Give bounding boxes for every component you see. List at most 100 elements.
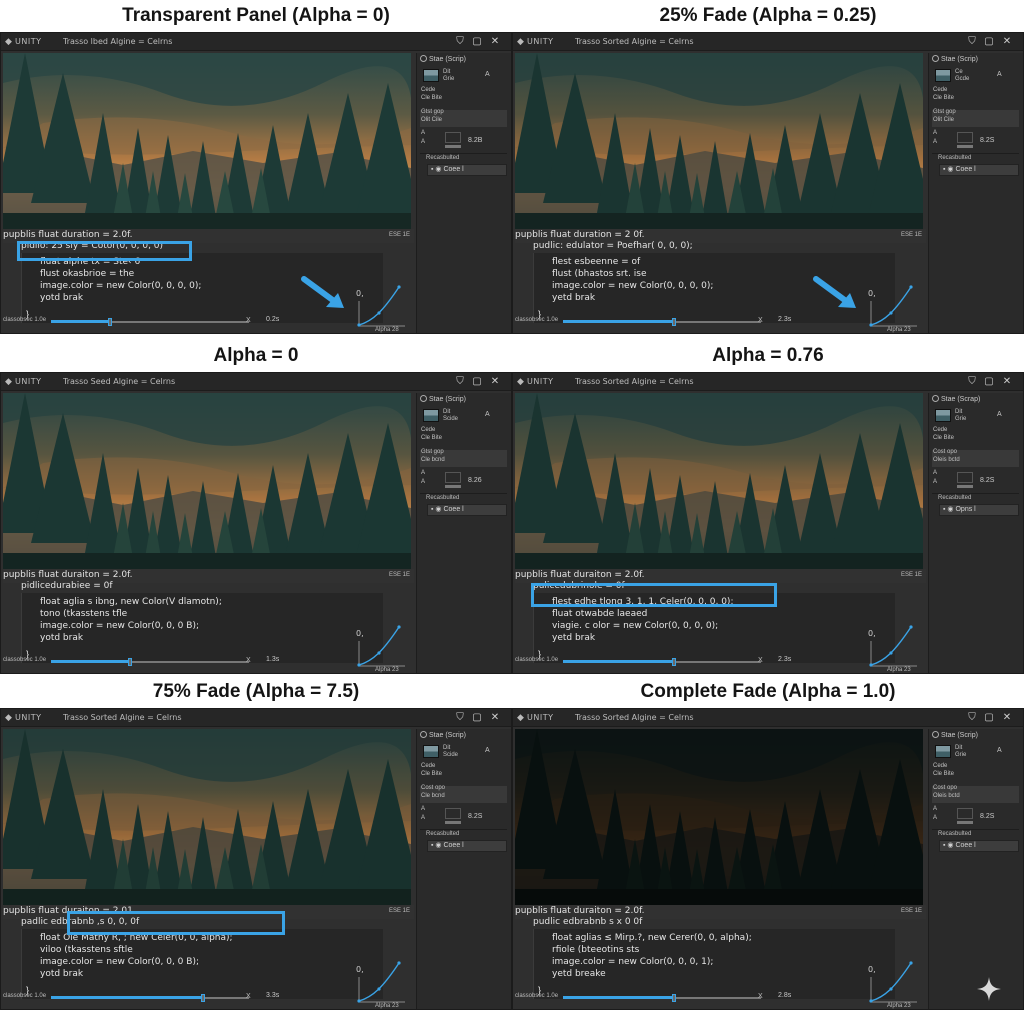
color-picker[interactable]	[957, 132, 973, 143]
svg-text:0,: 0,	[868, 629, 876, 638]
timeline-end-mark: X	[758, 993, 763, 1000]
close-icon[interactable]: ✕	[488, 35, 502, 49]
timeline-label: classobsec 1.0e	[3, 317, 47, 323]
color-label: A	[421, 470, 426, 476]
color-picker[interactable]	[445, 808, 461, 819]
field-label: Gtst gop	[421, 449, 444, 455]
square-icon[interactable]: ▢	[470, 711, 484, 725]
close-icon[interactable]: ✕	[488, 711, 502, 725]
scene-view[interactable]	[3, 729, 411, 905]
color-picker[interactable]	[445, 472, 461, 483]
timeline-slider[interactable]	[51, 318, 249, 326]
code-status: ESE 1E	[388, 572, 410, 578]
scene-view[interactable]	[515, 53, 923, 229]
timeline-slider[interactable]	[51, 994, 249, 1002]
color-picker[interactable]	[957, 808, 973, 819]
section-label: Recasbulted	[938, 155, 972, 161]
texture-swatch[interactable]	[423, 745, 439, 758]
timeline-handle[interactable]	[128, 658, 133, 666]
timeline-handle[interactable]	[201, 994, 206, 1002]
component-header[interactable]: Stae (Scrip)	[420, 395, 509, 407]
svg-text:0,: 0,	[868, 289, 876, 298]
inspector-button[interactable]: ▪ ◉ Coee l	[427, 164, 507, 176]
square-icon[interactable]: ▢	[982, 711, 996, 725]
inspector-panel: Stae (Scrip) Dit Scide A Cede Cle Bite C…	[416, 729, 511, 1009]
component-title: Stae (Scrap)	[941, 396, 981, 403]
scene-view[interactable]	[515, 729, 923, 905]
component-header[interactable]: Stae (Scrip)	[932, 55, 1021, 67]
scene-view[interactable]	[3, 393, 411, 569]
code-line: image.color = new Color(0, 0, 0 B);	[40, 957, 199, 967]
timeline-handle[interactable]	[671, 318, 676, 326]
code-line: image.color = new Color(0, 0, 0, 0);	[552, 281, 714, 291]
close-icon[interactable]: ✕	[488, 375, 502, 389]
texture-swatch[interactable]	[935, 69, 951, 82]
comparison-panel: Alpha = 0.76 ◆ UNITY Trasso Sorted Algin…	[512, 340, 1024, 675]
window-title: Trasso Sorted Algine = Celrns	[575, 377, 694, 386]
svg-text:0,: 0,	[356, 289, 364, 298]
timeline-slider[interactable]	[563, 658, 761, 666]
close-icon[interactable]: ✕	[1000, 35, 1014, 49]
texture-swatch[interactable]	[935, 409, 951, 422]
color-picker[interactable]	[445, 132, 461, 143]
svg-text:0,: 0,	[356, 629, 364, 638]
timeline: classobsec 1.0e X 2.3s	[513, 311, 925, 333]
scene-view[interactable]	[515, 393, 923, 569]
component-header[interactable]: Stae (Scrip)	[420, 731, 509, 743]
divider	[932, 829, 1019, 830]
close-icon[interactable]: ✕	[1000, 711, 1014, 725]
texture-swatch[interactable]	[935, 745, 951, 758]
app-name: UNITY	[15, 37, 42, 46]
window-title: Trasso lbed Algine = Celrns	[63, 37, 173, 46]
color-picker[interactable]	[957, 472, 973, 483]
timeline-slider[interactable]	[563, 318, 761, 326]
close-icon[interactable]: ✕	[1000, 375, 1014, 389]
button-label: Coee l	[443, 166, 464, 173]
square-icon[interactable]: ▢	[470, 35, 484, 49]
shield-icon[interactable]: ⛉	[965, 711, 979, 725]
color-value: 8.2S	[980, 477, 995, 484]
code-line: pudlic edbrabnb s x 0 0f	[533, 917, 643, 927]
color-label: A	[933, 479, 938, 485]
color-label: A	[933, 470, 938, 476]
field-label: Gtst gop	[933, 109, 956, 115]
shield-icon[interactable]: ⛉	[965, 35, 979, 49]
shield-icon[interactable]: ⛉	[453, 375, 467, 389]
inspector-button[interactable]: ▪ ◉ Coee l	[939, 840, 1019, 852]
square-icon[interactable]: ▢	[982, 375, 996, 389]
field-label: Gtst gop	[421, 109, 444, 115]
component-header[interactable]: Stae (Scrip)	[420, 55, 509, 67]
timeline-slider[interactable]	[51, 658, 249, 666]
arrow-icon	[301, 276, 344, 308]
shield-icon[interactable]: ⛉	[965, 375, 979, 389]
timeline-handle[interactable]	[671, 658, 676, 666]
component-header[interactable]: Stae (Scrap)	[932, 395, 1021, 407]
inspector-button[interactable]: ▪ ◉ Opns l	[939, 504, 1019, 516]
texture-swatch[interactable]	[423, 409, 439, 422]
inspector-label: Dit	[443, 745, 451, 751]
texture-swatch[interactable]	[423, 69, 439, 82]
timeline-handle[interactable]	[671, 994, 676, 1002]
timeline: classobsec 1.0e X 3.3s	[1, 987, 413, 1009]
component-header[interactable]: Stae (Scrip)	[932, 731, 1021, 743]
scene-view[interactable]	[3, 53, 411, 229]
shield-icon[interactable]: ⛉	[453, 35, 467, 49]
code-status: ESE 1E	[900, 572, 922, 578]
inspector-panel: Stae (Scrip) Ce Gcde A Cede Cle Bite Gts…	[928, 53, 1023, 333]
inspector-button[interactable]: ▪ ◉ Coee l	[427, 840, 507, 852]
shield-icon[interactable]: ⛉	[453, 711, 467, 725]
inspector-button[interactable]: ▪ ◉ Coee l	[939, 164, 1019, 176]
timeline-handle[interactable]	[108, 318, 113, 326]
highlight-box	[531, 583, 777, 607]
script-icon	[420, 55, 427, 62]
code-line: pupblis fluat duration = 2.0f.	[3, 230, 133, 240]
unity-logo-icon: ◆	[5, 712, 12, 722]
section-label: Recasbulted	[938, 495, 972, 501]
square-icon[interactable]: ▢	[470, 375, 484, 389]
forest-sunset-scene	[3, 729, 411, 905]
inspector-button[interactable]: ▪ ◉ Coee l	[427, 504, 507, 516]
square-icon[interactable]: ▢	[982, 35, 996, 49]
timeline-progress	[51, 996, 204, 999]
timeline-slider[interactable]	[563, 994, 761, 1002]
timeline: classobsec 1.0e X 0.2s	[1, 311, 413, 333]
